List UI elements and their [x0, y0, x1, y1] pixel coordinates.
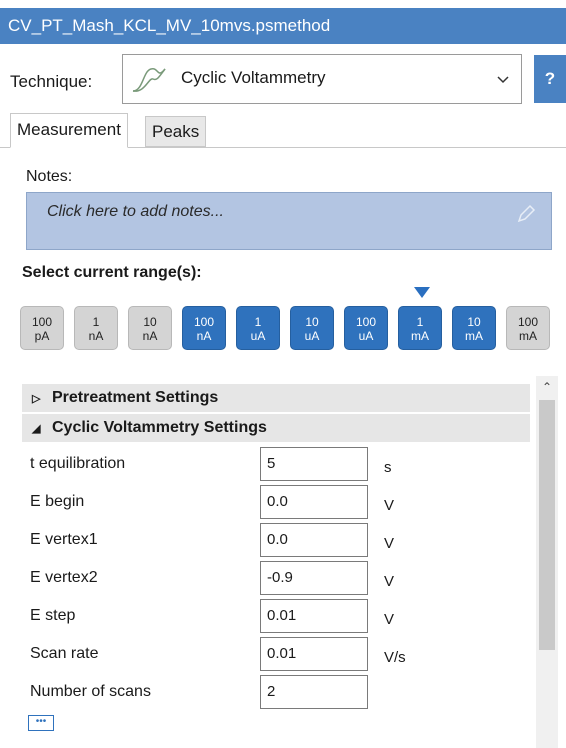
param-label: Scan rate — [30, 645, 99, 662]
current-range-button[interactable]: 1 nA — [74, 306, 118, 350]
current-range-button[interactable]: 10 mA — [452, 306, 496, 350]
param-label: E begin — [30, 493, 85, 510]
param-unit: V — [384, 535, 395, 552]
param-label: E step — [30, 607, 76, 624]
range-value: 1 — [254, 315, 262, 329]
param-input[interactable]: 0.0 — [260, 523, 368, 557]
help-button[interactable]: ? — [534, 55, 566, 103]
param-unit: V — [384, 573, 395, 590]
param-label: E vertex1 — [30, 531, 98, 548]
param-label: Number of scans — [30, 683, 151, 700]
notes-field[interactable]: Click here to add notes... — [26, 192, 552, 250]
range-unit: mA — [465, 329, 483, 343]
param-input[interactable]: 0.0 — [260, 485, 368, 519]
current-range-button[interactable]: 100 mA — [506, 306, 550, 350]
range-unit: uA — [250, 329, 266, 343]
selected-range-marker-icon — [414, 287, 430, 298]
current-range-button[interactable]: 10 nA — [128, 306, 172, 350]
range-unit: nA — [142, 329, 158, 343]
scroll-up-icon[interactable]: ⌃ — [536, 380, 558, 396]
range-value: 10 — [467, 315, 481, 329]
current-range-button[interactable]: 1 mA — [398, 306, 442, 350]
range-value: 1 — [416, 315, 424, 329]
window-title: CV_PT_Mash_KCL_MV_10mvs.psmethod — [0, 8, 566, 44]
range-unit: uA — [304, 329, 320, 343]
chevron-down-icon — [497, 76, 509, 84]
param-label: t equilibration — [30, 455, 126, 472]
section-pretreatment-label: Pretreatment Settings — [52, 389, 219, 406]
range-value: 100 — [31, 315, 53, 329]
param-input[interactable]: 5 — [260, 447, 368, 481]
current-range-button[interactable]: 100 nA — [182, 306, 226, 350]
param-unit: V — [384, 497, 395, 514]
param-input[interactable]: 0.01 — [260, 637, 368, 671]
param-input[interactable]: 0.01 — [260, 599, 368, 633]
range-unit: mA — [519, 329, 537, 343]
vertical-scrollbar[interactable]: ⌃ — [536, 376, 558, 748]
technique-select[interactable]: Cyclic Voltammetry — [122, 54, 522, 104]
current-range-button[interactable]: 10 uA — [290, 306, 334, 350]
notes-placeholder: Click here to add notes... — [47, 203, 224, 220]
more-options-button[interactable]: ••• — [28, 715, 54, 731]
range-unit: nA — [196, 329, 212, 343]
current-range-button[interactable]: 1 uA — [236, 306, 280, 350]
range-value: 100 — [193, 315, 215, 329]
param-input[interactable]: -0.9 — [260, 561, 368, 595]
param-unit: V/s — [384, 649, 406, 666]
range-value: 10 — [143, 315, 157, 329]
range-unit: pA — [34, 329, 50, 343]
range-value: 10 — [305, 315, 319, 329]
param-unit: V — [384, 611, 395, 628]
param-label: E vertex2 — [30, 569, 98, 586]
pencil-icon — [517, 204, 536, 223]
scroll-thumb[interactable] — [539, 400, 555, 650]
collapse-triangle-icon: ◢ — [32, 423, 41, 435]
technique-value: Cyclic Voltammetry — [181, 68, 326, 87]
technique-label: Technique: — [10, 72, 93, 91]
range-value: 100 — [355, 315, 377, 329]
current-range-button[interactable]: 100 pA — [20, 306, 64, 350]
current-range-button[interactable]: 100 uA — [344, 306, 388, 350]
expand-triangle-icon: ▷ — [32, 393, 41, 405]
notes-label: Notes: — [26, 168, 73, 185]
range-unit: nA — [88, 329, 104, 343]
range-value: 100 — [517, 315, 539, 329]
tab-measurement[interactable]: Measurement — [10, 113, 128, 148]
range-unit: uA — [358, 329, 374, 343]
tab-peaks[interactable]: Peaks — [145, 116, 207, 147]
param-unit: s — [384, 459, 392, 476]
range-unit: mA — [411, 329, 429, 343]
cyclic-voltammetry-icon — [132, 68, 166, 92]
param-input[interactable]: 2 — [260, 675, 368, 709]
current-range-label: Select current range(s): — [22, 264, 202, 281]
range-value: 1 — [92, 315, 100, 329]
section-cyclic-voltammetry[interactable]: ◢ Cyclic Voltammetry Settings — [22, 414, 530, 442]
section-cv-label: Cyclic Voltammetry Settings — [52, 419, 267, 436]
section-pretreatment[interactable]: ▷ Pretreatment Settings — [22, 384, 530, 412]
